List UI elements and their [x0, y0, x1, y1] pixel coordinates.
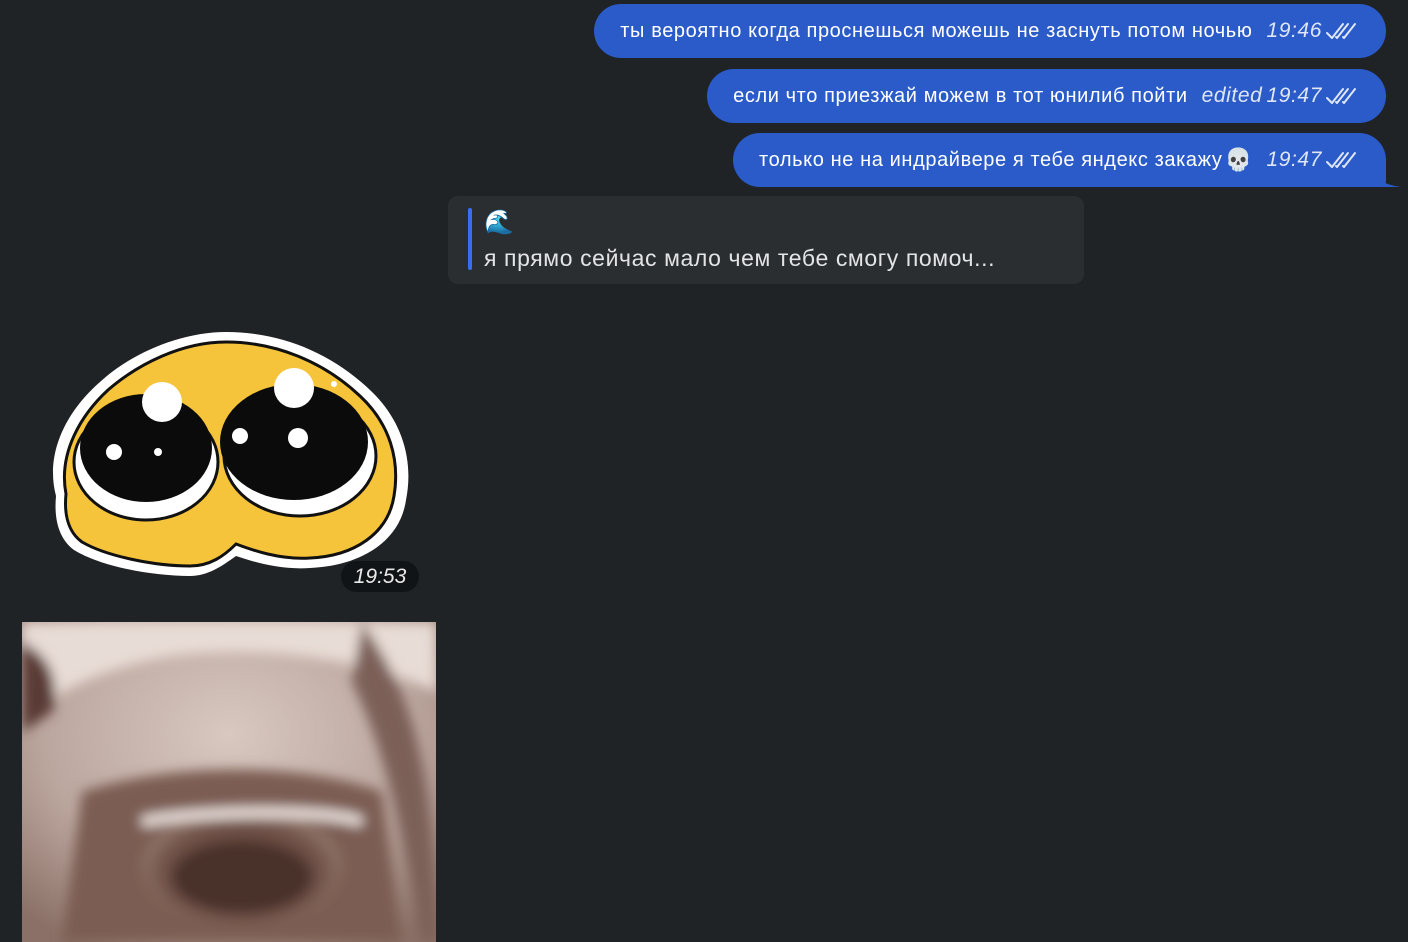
- message-time: 19:47: [1266, 84, 1322, 107]
- message-outgoing[interactable]: если что приезжай можем в тот юнилиб пой…: [707, 69, 1386, 123]
- message-text: ты вероятно когда проснешься можешь не з…: [620, 19, 1253, 42]
- reply-preview[interactable]: 🌊 я прямо сейчас мало чем тебе смогу пом…: [448, 196, 1084, 284]
- reply-text: я прямо сейчас мало чем тебе смогу помоч…: [484, 245, 996, 271]
- message-outgoing[interactable]: только не на индрайвере я тебе яндекс за…: [733, 133, 1402, 187]
- message-meta: 19:47: [1266, 148, 1358, 172]
- message-meta: edited 19:47: [1202, 84, 1358, 108]
- message-time: 19:47: [1266, 148, 1322, 171]
- message-time: 19:46: [1266, 19, 1322, 42]
- double-check-icon: [1326, 152, 1356, 168]
- message-meta: 19:46: [1266, 19, 1358, 43]
- chat-area: ты вероятно когда проснешься можешь не з…: [0, 0, 1408, 942]
- edited-label: edited: [1201, 84, 1263, 107]
- wave-icon: 🌊: [484, 209, 514, 236]
- message-outgoing[interactable]: ты вероятно когда проснешься можешь не з…: [594, 4, 1386, 58]
- skull-icon: 💀: [1224, 147, 1253, 172]
- sticker-timestamp: 19:53: [341, 561, 419, 592]
- bubble-tail: [1372, 165, 1402, 187]
- reply-accent-bar: [468, 208, 472, 270]
- photo-message[interactable]: [22, 622, 436, 942]
- message-text: только не на индрайвере я тебе яндекс за…: [759, 148, 1223, 171]
- double-check-icon: [1326, 88, 1356, 104]
- pleading-face-sticker[interactable]: [40, 330, 412, 580]
- message-text: если что приезжай можем в тот юнилиб пой…: [733, 84, 1188, 107]
- double-check-icon: [1326, 23, 1356, 39]
